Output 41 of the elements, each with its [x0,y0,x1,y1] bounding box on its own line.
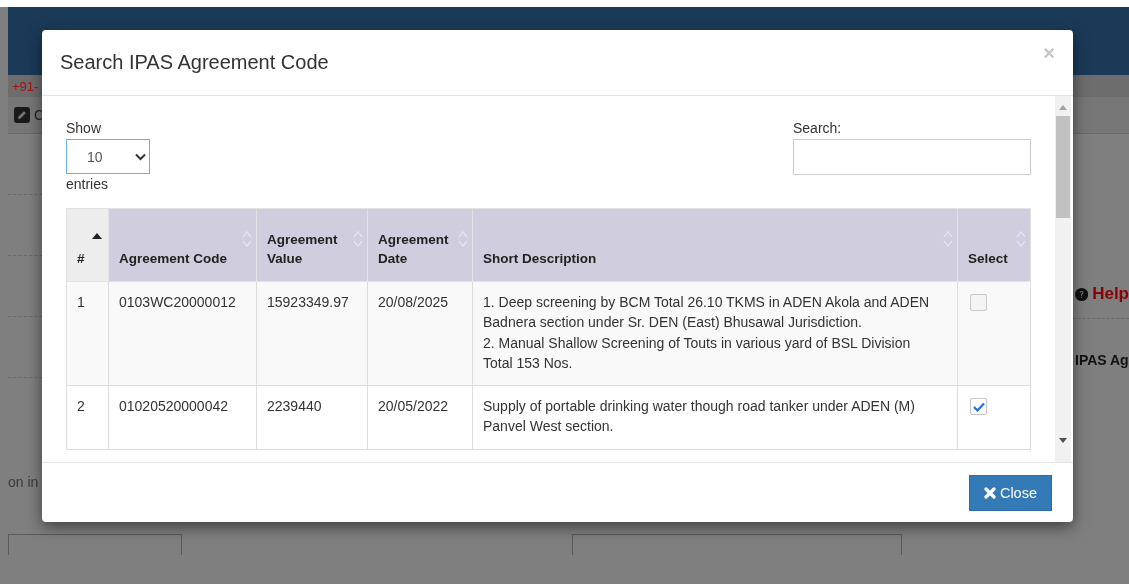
select-checkbox[interactable] [970,294,987,311]
edit-icon[interactable] [14,107,30,123]
column-header[interactable]: # [66,208,109,282]
phone-number: +91- [11,78,39,94]
select-checkbox[interactable] [970,398,987,416]
table-cell: 0103WC20000012 [108,281,257,386]
sort-up-icon[interactable] [92,233,102,239]
sort-icon[interactable] [242,231,252,247]
close-icon [983,486,996,499]
help-icon [1075,286,1089,302]
table-cell: 20/05/2022 [367,385,473,450]
column-header[interactable]: Short Description [472,208,958,282]
modal-title: Search IPAS Agreement Code [60,51,329,74]
table-cell: 15923349.97 [256,281,368,386]
close-button[interactable]: Close [968,474,1052,511]
table-cell: Supply of portable drinking water though road tanker under ADEN (M) Panvel West section. [472,385,958,450]
column-header[interactable]: Agreement Date [367,208,473,282]
table-cell: 01020520000042 [108,385,257,450]
search-field[interactable] [793,139,1031,175]
sort-icon[interactable] [353,231,363,247]
search-label: Search: [793,120,842,136]
table-cell: 1. Deep screening by BCM Total 26.10 TKMS in ADEN Akola and ADEN Badnera section under Sr. DEN (East) Bhusawal Jurisdiction. 2. Manual Shallow Screening of Touts in various yard of BSL Division Total 153 Nos. [472,281,958,386]
table-cell: 20/08/2025 [367,281,473,386]
chevron-down-icon [135,152,146,161]
table-cell: 1 [66,281,109,386]
column-header[interactable]: Select [957,208,1031,282]
entries-dropdown[interactable]: 10 [66,139,150,174]
sort-icon[interactable] [943,231,953,247]
sort-icon[interactable] [1016,231,1026,247]
sort-icon[interactable] [458,231,468,247]
input-field[interactable] [8,534,182,555]
entries-label: entries [66,176,109,192]
column-header[interactable]: Agreement Code [108,208,257,282]
column-header[interactable]: Agreement Value [256,208,368,282]
show-label: Show [66,120,102,136]
table-cell: 2239440 [256,385,368,450]
scrollbar[interactable] [1055,96,1071,462]
table-cell: 2 [66,385,109,450]
field-label: IPAS Ag [1074,352,1129,368]
input-field[interactable] [572,534,902,555]
body-text: on in [8,474,40,490]
